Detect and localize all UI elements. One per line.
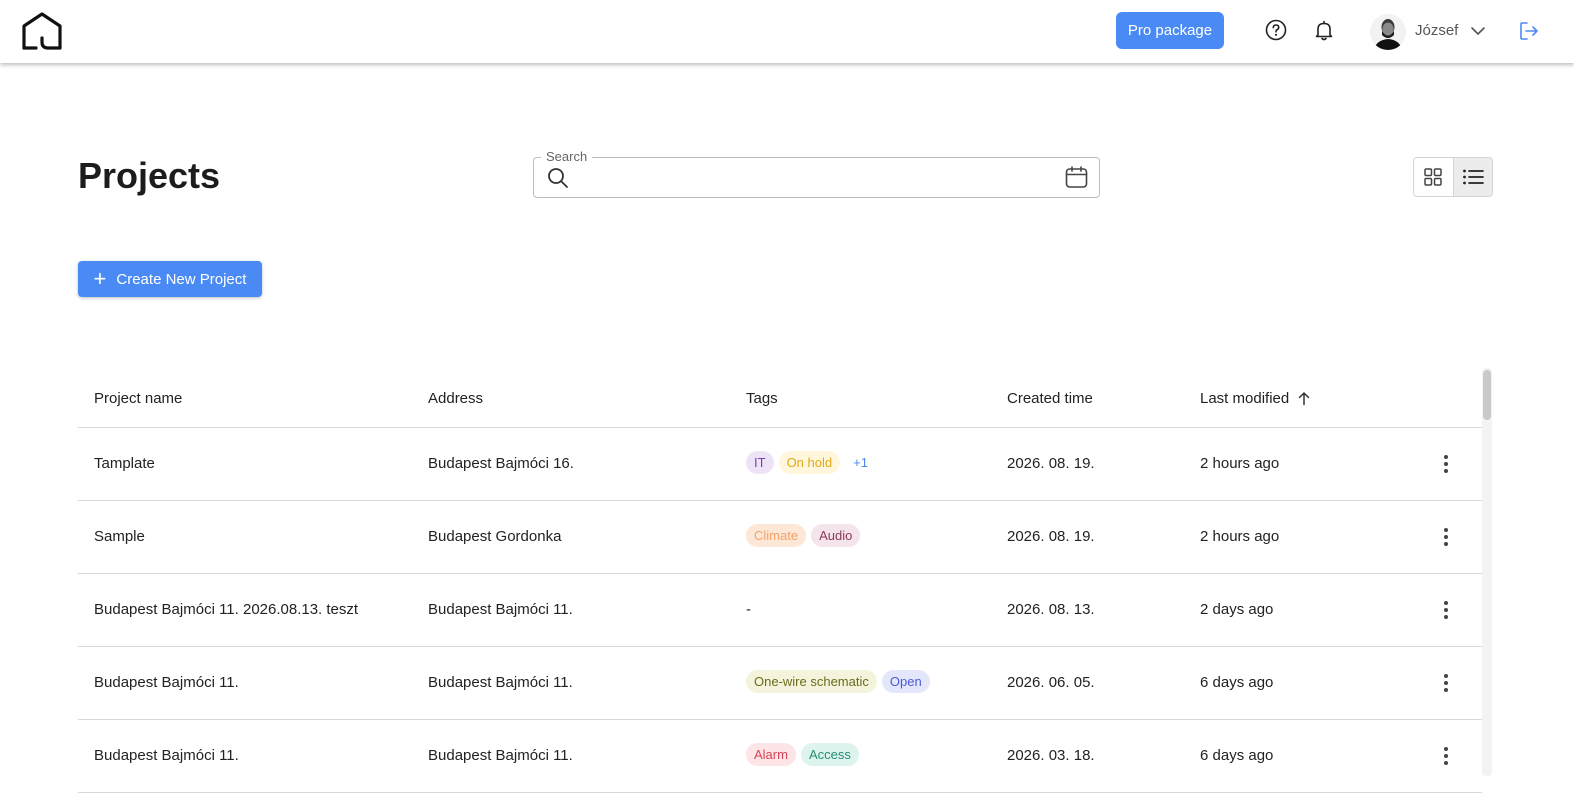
search-icon	[548, 168, 568, 188]
kebab-menu-icon[interactable]	[1436, 452, 1456, 476]
kebab-menu-icon[interactable]	[1436, 525, 1456, 549]
tags-cell: Alarm Access	[746, 743, 859, 766]
tag-badge: Audio	[811, 524, 861, 547]
plus-icon: +	[93, 266, 107, 291]
bell-icon[interactable]	[1313, 19, 1335, 41]
kebab-menu-icon[interactable]	[1436, 671, 1456, 695]
address-cell: Budapest Gordonka	[428, 528, 562, 545]
created-time-cell: 2026. 06. 05.	[1007, 674, 1095, 691]
tag-badge: On hold	[778, 451, 841, 474]
column-header-label: Created time	[1007, 390, 1093, 407]
project-name-cell: Budapest Bajmóci 11.	[94, 747, 239, 764]
address-cell: Budapest Bajmóci 16.	[428, 455, 574, 472]
create-new-project-button[interactable]: + Create New Project	[78, 261, 262, 297]
last-modified-cell: 2 hours ago	[1200, 528, 1280, 545]
more-tags-count[interactable]: +1	[845, 451, 876, 474]
calendar-icon[interactable]	[1064, 165, 1089, 190]
tags-empty-cell: -	[746, 601, 751, 618]
column-header-label: Address	[428, 390, 484, 407]
table-row[interactable]: Budapest Bajmóci 11. Budapest Bajmóci 11.…	[78, 647, 1482, 720]
list-view-icon	[1462, 169, 1484, 185]
created-time-cell: 2026. 03. 18.	[1007, 747, 1095, 764]
table-row[interactable]: Budapest Bajmóci 11. Budapest Bajmóci 11.…	[78, 720, 1482, 793]
sort-arrow-up-icon[interactable]	[1297, 391, 1311, 406]
search-label: Search	[541, 149, 593, 164]
top-bar: Pro package József	[0, 0, 1574, 63]
create-new-project-label: Create New Project	[116, 270, 247, 288]
pro-package-button[interactable]: Pro package	[1116, 12, 1224, 49]
user-avatar-icon	[1370, 14, 1406, 50]
last-modified-cell: 6 days ago	[1200, 747, 1274, 764]
column-header-label: Project name	[94, 390, 183, 407]
tag-badge: One-wire schematic	[746, 670, 877, 693]
column-header-created-time[interactable]: Created time	[1007, 390, 1093, 407]
table-row[interactable]: Budapest Bajmóci 11. 2026.08.13. teszt Bu…	[78, 574, 1482, 647]
table-body: Tamplate Budapest Bajmóci 16. IT On hold +1 2…	[78, 428, 1482, 793]
grid-view-button[interactable]	[1414, 158, 1453, 196]
tag-badge: Open	[881, 670, 930, 693]
column-header-label: Tags	[746, 390, 778, 407]
avatar[interactable]	[1370, 14, 1406, 50]
column-header-tags[interactable]: Tags	[746, 390, 778, 407]
projects-table: Project name Address Tags Created time L…	[78, 370, 1482, 793]
search-input[interactable]	[578, 164, 1052, 192]
table-header: Project name Address Tags Created time L…	[78, 370, 1482, 428]
created-time-cell: 2026. 08. 19.	[1007, 528, 1095, 545]
search-field[interactable]	[533, 157, 1100, 198]
project-name-cell: Sample	[94, 528, 145, 545]
last-modified-cell: 6 days ago	[1200, 674, 1274, 691]
created-time-cell: 2026. 08. 13.	[1007, 601, 1095, 618]
address-cell: Budapest Bajmóci 11.	[428, 601, 573, 618]
help-circle-icon[interactable]	[1265, 19, 1287, 41]
last-modified-cell: 2 hours ago	[1200, 455, 1280, 472]
tags-cell: Climate Audio	[746, 524, 861, 547]
address-cell: Budapest Bajmóci 11.	[428, 674, 573, 691]
project-name-cell: Budapest Bajmóci 11.	[94, 674, 239, 691]
column-header-last-modified[interactable]: Last modified	[1200, 390, 1311, 407]
kebab-menu-icon[interactable]	[1436, 744, 1456, 768]
kebab-menu-icon[interactable]	[1436, 598, 1456, 622]
scrollbar-track[interactable]	[1482, 368, 1492, 776]
column-header-address[interactable]: Address	[428, 390, 483, 407]
created-time-cell: 2026. 08. 19.	[1007, 455, 1095, 472]
chevron-down-icon[interactable]	[1470, 24, 1486, 38]
tag-badge: IT	[746, 451, 774, 474]
table-row[interactable]: Sample Budapest Gordonka Climate Audio 2026.…	[78, 501, 1482, 574]
user-name[interactable]: József	[1415, 22, 1458, 39]
grid-view-icon	[1424, 168, 1442, 186]
list-view-button[interactable]	[1452, 158, 1492, 196]
page-title: Projects	[78, 155, 221, 196]
table-row[interactable]: Tamplate Budapest Bajmóci 16. IT On hold +1 2…	[78, 428, 1482, 501]
tag-badge: Alarm	[746, 743, 796, 766]
project-name-cell: Tamplate	[94, 455, 155, 472]
tag-badge: Access	[800, 743, 859, 766]
project-name-cell: Budapest Bajmóci 11. 2026.08.13. teszt	[94, 601, 359, 618]
tags-cell: IT On hold +1	[746, 451, 876, 474]
address-cell: Budapest Bajmóci 11.	[428, 747, 573, 764]
logout-icon[interactable]	[1518, 20, 1540, 42]
house-logo-icon[interactable]	[20, 10, 64, 52]
last-modified-cell: 2 days ago	[1200, 601, 1274, 618]
scrollbar-thumb[interactable]	[1483, 370, 1491, 420]
column-header-project-name[interactable]: Project name	[94, 390, 182, 407]
tag-badge: Climate	[746, 524, 807, 547]
column-header-label: Last modified	[1200, 390, 1290, 407]
view-toggle	[1413, 157, 1493, 197]
tags-cell: One-wire schematic Open	[746, 670, 930, 693]
